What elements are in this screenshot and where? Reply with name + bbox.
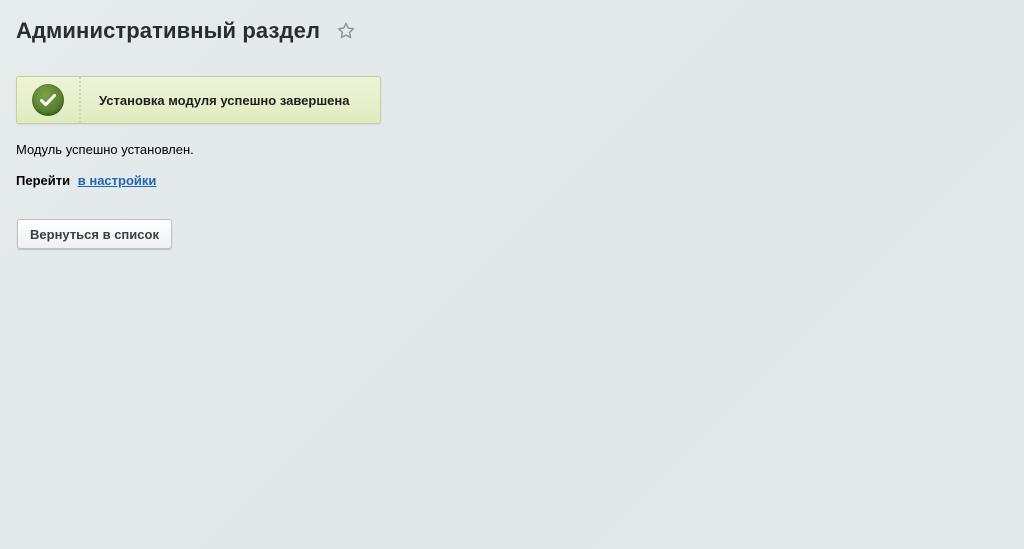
page-title: Административный раздел <box>16 18 321 43</box>
goto-row: Перейти в настройки <box>16 173 156 188</box>
notice-icon-cell <box>17 77 81 123</box>
back-to-list-button[interactable]: Вернуться в список <box>17 219 172 249</box>
notice-message: Установка модуля успешно завершена <box>99 92 350 108</box>
success-notice: Установка модуля успешно завершена <box>16 76 381 124</box>
settings-link[interactable]: в настройки <box>78 173 157 188</box>
goto-label: Перейти <box>16 173 71 188</box>
status-text: Модуль успешно установлен. <box>16 142 194 157</box>
admin-page: Административный раздел Установка модуля… <box>0 0 1024 549</box>
star-icon[interactable] <box>336 21 356 41</box>
title-row: Административный раздел <box>16 18 356 44</box>
checkmark-circle-icon <box>32 84 64 116</box>
